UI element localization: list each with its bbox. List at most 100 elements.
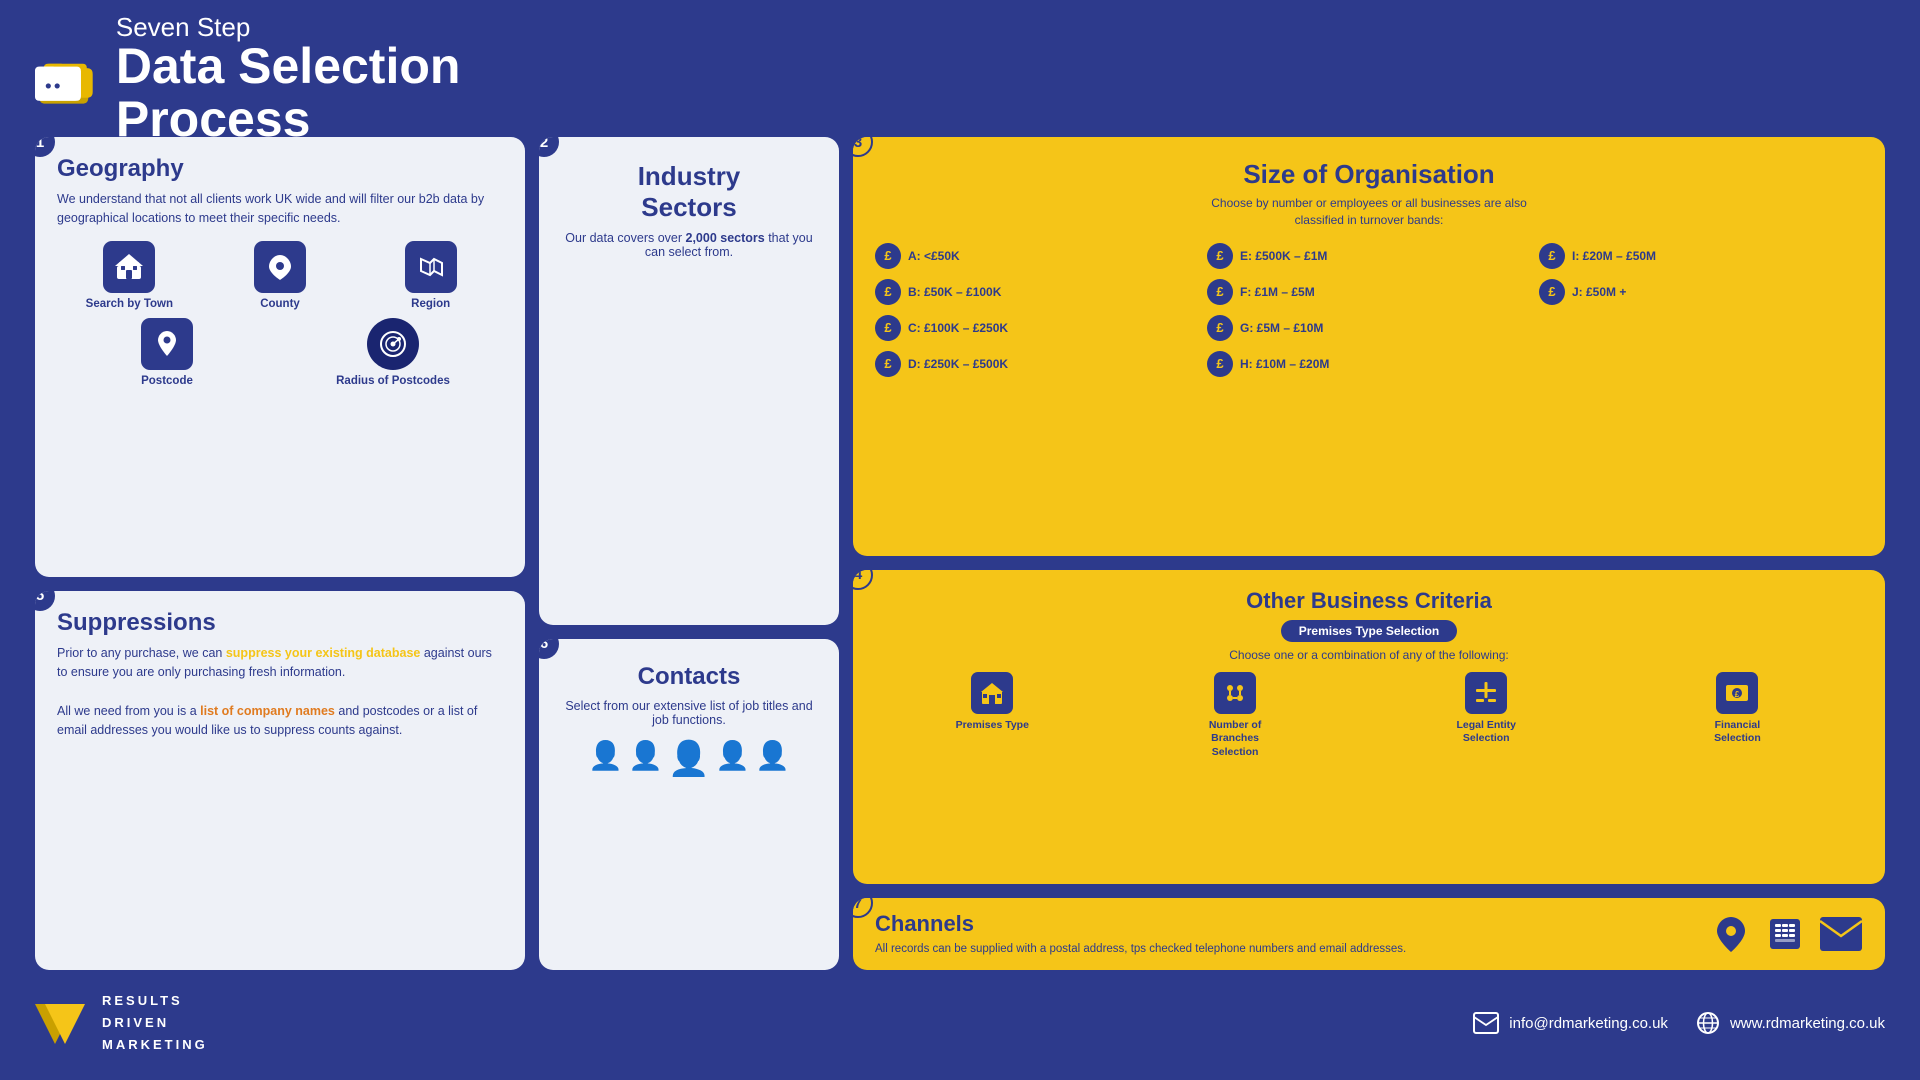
step5-card: 5 Suppressions Prior to any purchase, we… <box>35 591 525 970</box>
step3-title: Size of Organisation <box>875 159 1863 190</box>
biz-icons-row: Premises Type <box>875 672 1863 760</box>
folder-svg <box>35 44 98 116</box>
header-left: Seven Step Data Selection Process <box>35 14 525 145</box>
town-label: Search by Town <box>86 298 173 310</box>
email-icon <box>1819 916 1863 952</box>
step1-badge: 1 <box>35 137 55 157</box>
person-icons: 👤 👤 👤 👤 👤 <box>588 739 790 779</box>
financial-label: Financial Selection <box>1692 719 1782 746</box>
step5-body: Prior to any purchase, we can suppress y… <box>57 644 503 741</box>
size-f: £F: £1M – £5M <box>1207 279 1531 305</box>
step7-body: All records can be supplied with a posta… <box>875 941 1711 957</box>
suppress-link: suppress your existing database <box>226 646 421 660</box>
geo-county: County <box>208 241 353 310</box>
step6-title: Contacts <box>638 663 741 691</box>
step4-title: Other Business Criteria <box>875 588 1863 614</box>
size-g: £G: £5M – £10M <box>1207 315 1531 341</box>
channel-icons <box>1711 914 1863 954</box>
footer-email-item: info@rdmarketing.co.uk <box>1473 1012 1668 1034</box>
step2-card: 2 IndustrySectors Our data covers over 2… <box>539 137 839 625</box>
step2-body: Our data covers over 2,000 sectors that … <box>561 231 817 259</box>
footer-globe-icon <box>1696 1011 1720 1035</box>
step4-badge: 4 <box>853 570 873 590</box>
footer-contacts: info@rdmarketing.co.uk www.rdmarketing.c… <box>1473 1011 1885 1035</box>
branches-icon <box>1214 672 1256 714</box>
person1: 👤 <box>588 739 623 779</box>
size-a: £A: <£50K <box>875 243 1199 269</box>
size-i: £I: £20M – £50M <box>1539 243 1863 269</box>
radius-label: Radius of Postcodes <box>336 375 450 387</box>
step7-card: 7 Channels All records can be supplied w… <box>853 898 1885 970</box>
db-icons <box>685 269 693 607</box>
footer-email-icon <box>1473 1012 1499 1034</box>
step7-title: Channels <box>875 911 1711 937</box>
premises-pill: Premises Type Selection <box>1281 620 1458 642</box>
top-row: Seven Step Data Selection Process <box>35 22 1885 137</box>
size-d: £D: £250K – £500K <box>875 351 1199 377</box>
footer-logo: RESULTSDRIVENMARKETING <box>35 990 208 1056</box>
step2-badge: 2 <box>539 137 559 157</box>
geo-town: Search by Town <box>57 241 202 310</box>
biz-premises: Premises Type <box>956 672 1029 733</box>
biz-financial: £ Financial Selection <box>1692 672 1782 746</box>
person2: 👤 <box>628 739 663 779</box>
header-sub: Seven Step <box>116 14 525 40</box>
person4: 👤 <box>715 739 750 779</box>
geo-region: Region <box>358 241 503 310</box>
person5: 👤 <box>755 739 790 779</box>
footer-website: www.rdmarketing.co.uk <box>1730 1015 1885 1032</box>
step2-title: IndustrySectors <box>638 161 741 223</box>
branches-label: Number of Branches Selection <box>1190 719 1280 760</box>
channels-text: Channels All records can be supplied wit… <box>875 911 1711 957</box>
geo-postcode: Postcode <box>57 318 277 387</box>
town-icon <box>103 241 155 293</box>
legal-icon <box>1465 672 1507 714</box>
step3-card: 3 Size of Organisation Choose by number … <box>853 137 1885 556</box>
step7-badge: 7 <box>853 898 873 918</box>
biz-legal: Legal Entity Selection <box>1441 672 1531 746</box>
premises-pill-wrap: Premises Type Selection <box>875 620 1863 642</box>
size-c: £C: £100K – £250K <box>875 315 1199 341</box>
step1-body: We understand that not all clients work … <box>57 190 503 229</box>
step5-title: Suppressions <box>57 609 503 637</box>
main-row: 1 Geography We understand that not all c… <box>35 137 1885 970</box>
footer-logo-text: RESULTSDRIVENMARKETING <box>102 990 208 1056</box>
step3-badge: 3 <box>853 137 873 157</box>
rdm-logo <box>35 999 90 1047</box>
person3: 👤 <box>668 739 710 779</box>
size-b: £B: £50K – £100K <box>875 279 1199 305</box>
legal-label: Legal Entity Selection <box>1441 719 1531 746</box>
radius-icon <box>367 318 419 370</box>
step3-subtitle: Choose by number or employees or all bus… <box>875 195 1863 229</box>
list-link: list of company names <box>200 704 335 718</box>
size-j: £J: £50M + <box>1539 279 1863 305</box>
premises-label: Premises Type <box>956 719 1029 733</box>
footer-email: info@rdmarketing.co.uk <box>1509 1015 1668 1032</box>
mid-col: 2 IndustrySectors Our data covers over 2… <box>539 137 839 970</box>
step1-card: 1 Geography We understand that not all c… <box>35 137 525 577</box>
right-col: 3 Size of Organisation Choose by number … <box>853 137 1885 970</box>
location-icon <box>1711 914 1751 954</box>
footer-row: RESULTSDRIVENMARKETING info@rdmarketing.… <box>35 984 1885 1062</box>
biz-branches: Number of Branches Selection <box>1190 672 1280 760</box>
header-text-block: Seven Step Data Selection Process <box>116 14 525 145</box>
geo-radius: Radius of Postcodes <box>283 318 503 387</box>
footer-website-item: www.rdmarketing.co.uk <box>1696 1011 1885 1035</box>
size-items-grid: £A: <£50K £E: £500K – £1M £I: £20M – £50… <box>875 243 1863 377</box>
financial-icon: £ <box>1716 672 1758 714</box>
geo-row1: Search by Town County <box>57 241 503 310</box>
premises-icon <box>971 672 1013 714</box>
full-page: Seven Step Data Selection Process 1 Geog… <box>0 0 1920 1080</box>
geo-row2: Postcode Radiu <box>57 318 503 387</box>
step5-badge: 5 <box>35 591 55 611</box>
step1-title: Geography <box>57 155 503 183</box>
phone-icon <box>1765 914 1805 954</box>
step4-sub: Choose one or a combination of any of th… <box>875 648 1863 662</box>
step4-card: 4 Other Business Criteria Premises Type … <box>853 570 1885 884</box>
postcode-label: Postcode <box>141 375 193 387</box>
region-label: Region <box>411 298 450 310</box>
postcode-icon <box>141 318 193 370</box>
size-e: £E: £500K – £1M <box>1207 243 1531 269</box>
left-col: 1 Geography We understand that not all c… <box>35 137 525 970</box>
region-icon <box>405 241 457 293</box>
